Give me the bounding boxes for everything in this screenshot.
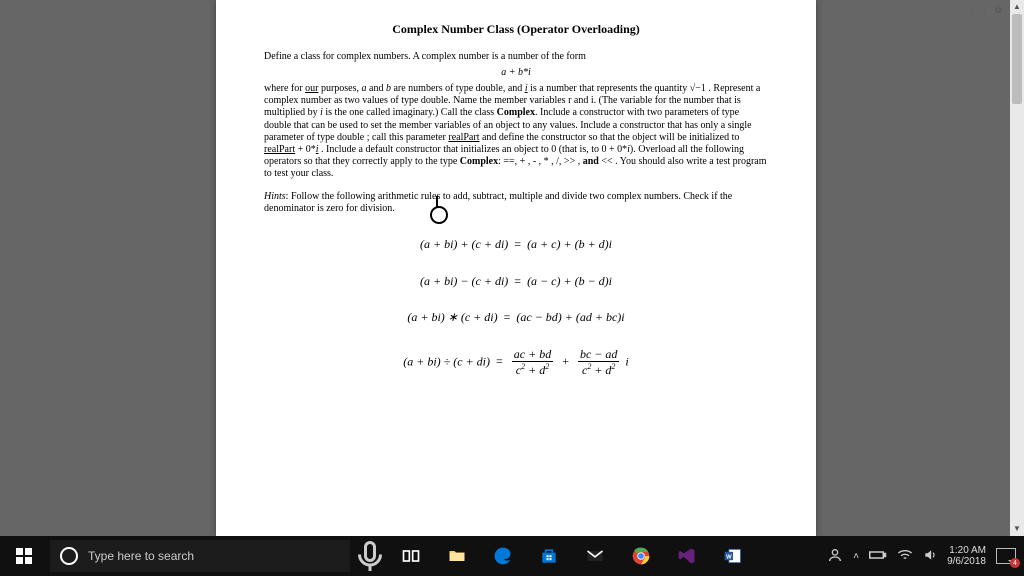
visual-studio-icon[interactable]	[664, 536, 710, 576]
search-placeholder: Type here to search	[88, 549, 194, 563]
taskbar-pinned-apps: W	[388, 536, 756, 576]
taskbar: Type here to search W	[0, 536, 1024, 576]
equations-block: (a + bi) + (c + di) = (a + c) + (b + d)i…	[264, 237, 768, 378]
scroll-down-icon[interactable]: ▼	[1010, 522, 1024, 536]
windows-logo-icon	[16, 548, 32, 564]
document-body: Complex Number Class (Operator Overloadi…	[216, 0, 816, 410]
clock-date: 9/6/2018	[947, 556, 986, 567]
file-explorer-icon[interactable]	[434, 536, 480, 576]
complex-form-expression: a + b*i	[264, 67, 768, 79]
window-more-icon[interactable]: · · ·	[971, 5, 987, 16]
people-icon[interactable]	[827, 547, 843, 566]
edge-icon[interactable]	[480, 536, 526, 576]
store-icon[interactable]	[526, 536, 572, 576]
intro-line-1: Define a class for complex numbers. A co…	[264, 51, 768, 63]
vertical-scrollbar[interactable]: ▲ ▼	[1010, 0, 1024, 536]
document-page: Complex Number Class (Operator Overloadi…	[216, 0, 816, 536]
chrome-icon[interactable]	[618, 536, 664, 576]
wifi-icon[interactable]	[897, 549, 913, 564]
start-button[interactable]	[0, 536, 48, 576]
svg-text:W: W	[726, 555, 732, 561]
fraction-imag: bc − ad c2 + d2	[575, 347, 622, 378]
scroll-thumb[interactable]	[1012, 14, 1022, 104]
scroll-up-icon[interactable]: ▲	[1010, 0, 1024, 14]
notification-badge: 4	[1010, 558, 1020, 568]
equation-add: (a + bi) + (c + di) = (a + c) + (b + d)i	[264, 237, 768, 252]
equation-mul: (a + bi) ∗ (c + di) = (ac − bd) + (ad + …	[264, 310, 768, 325]
equation-sub: (a + bi) − (c + di) = (a − c) + (b − d)i	[264, 274, 768, 289]
cortana-mic-icon[interactable]	[352, 536, 388, 576]
word-icon[interactable]: W	[710, 536, 756, 576]
system-tray: ˄ 1:20 AM 9/6/2018 4	[827, 545, 1024, 567]
page-title: Complex Number Class (Operator Overloadi…	[264, 22, 768, 37]
battery-icon[interactable]	[869, 550, 887, 563]
fraction-real: ac + bd c2 + d2	[509, 347, 556, 378]
search-icon	[60, 547, 78, 565]
volume-icon[interactable]	[923, 548, 937, 565]
taskbar-clock[interactable]: 1:20 AM 9/6/2018	[947, 545, 986, 567]
tray-chevron-up-icon[interactable]: ˄	[853, 551, 859, 562]
problem-statement: where for our purposes, a and b are numb…	[264, 83, 768, 181]
equation-div: (a + bi) ÷ (c + di) = ac + bd c2 + d2 + …	[264, 347, 768, 378]
task-view-icon[interactable]	[388, 536, 434, 576]
hints-paragraph: Hints: Follow the following arithmetic r…	[264, 191, 768, 215]
cursor-icon	[430, 206, 448, 224]
clock-time: 1:20 AM	[947, 545, 986, 556]
taskbar-search[interactable]: Type here to search	[50, 540, 350, 572]
desktop-work-area: · · · ⧉ ✕ Complex Number Class (Operator…	[0, 0, 1024, 536]
action-center-icon[interactable]: 4	[996, 548, 1016, 564]
mail-icon[interactable]	[572, 536, 618, 576]
window-maximize-icon[interactable]: ⧉	[994, 5, 1001, 16]
